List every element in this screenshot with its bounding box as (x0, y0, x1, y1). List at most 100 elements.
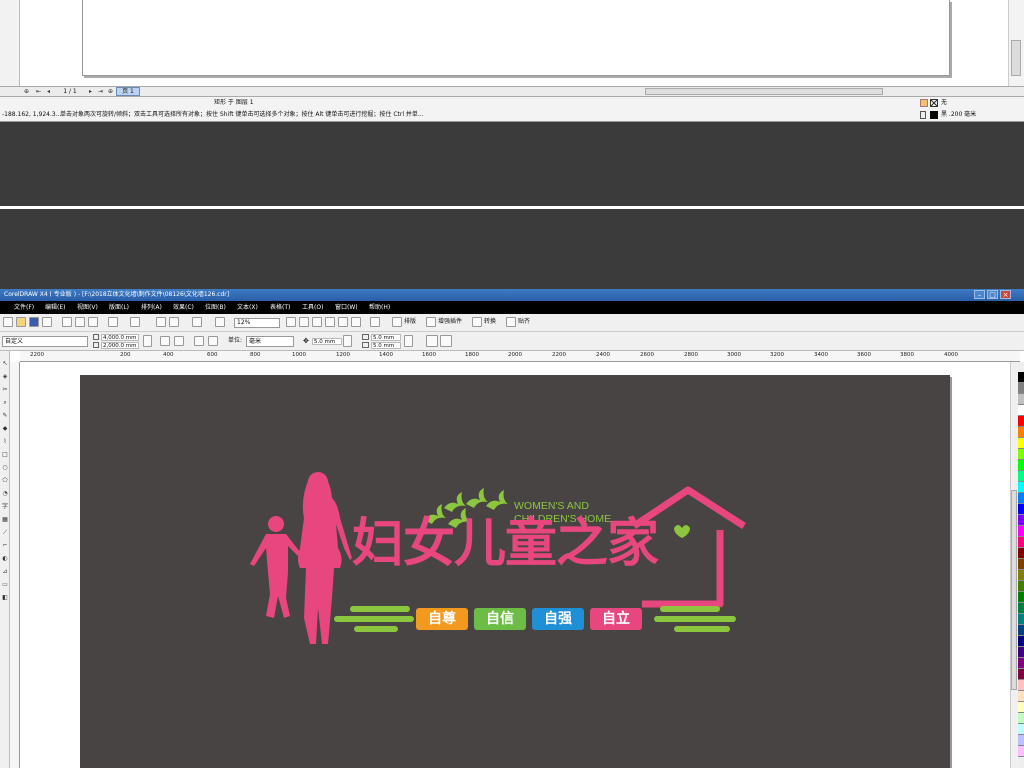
palette-swatch[interactable] (1018, 416, 1024, 427)
palette-swatch[interactable] (1018, 427, 1024, 438)
layout-icon[interactable] (392, 317, 402, 327)
palette-swatch[interactable] (1018, 614, 1024, 625)
palette-swatch[interactable] (1018, 625, 1024, 636)
fill-tool-icon[interactable]: ◧ (1, 594, 9, 602)
vertical-ruler[interactable] (10, 362, 20, 768)
palette-swatch[interactable] (1018, 405, 1024, 416)
add-page-icon[interactable]: ⊕ (22, 87, 31, 96)
palette-swatch[interactable] (1018, 669, 1024, 680)
palette-swatch[interactable] (1018, 592, 1024, 603)
palette-swatch[interactable] (1018, 581, 1024, 592)
new-document-icon[interactable] (3, 317, 13, 327)
palette-swatch[interactable] (1018, 735, 1024, 746)
palette-swatch[interactable] (1018, 449, 1024, 460)
app-launcher-icon[interactable] (192, 317, 202, 327)
add-page-end-icon[interactable]: ⊕ (106, 87, 115, 96)
palette-swatch[interactable] (1018, 394, 1024, 405)
palette-swatch[interactable] (1018, 482, 1024, 493)
portrait-icon[interactable] (160, 336, 170, 346)
convert-label[interactable]: 转换 (484, 317, 496, 327)
freehand-tool-icon[interactable]: ✎ (1, 412, 9, 420)
spinner[interactable] (343, 335, 352, 347)
snap-icon[interactable] (370, 317, 380, 327)
scrollbar-thumb[interactable] (1011, 40, 1021, 76)
palette-swatch[interactable] (1018, 526, 1024, 537)
text-tool-icon[interactable]: 字 (1, 503, 9, 511)
palette-swatch[interactable] (1018, 471, 1024, 482)
crop-tool-icon[interactable]: ✂ (1, 386, 9, 394)
motto-pill-self-respect[interactable]: 自尊 (416, 608, 468, 630)
zoom-all-icon[interactable] (325, 317, 335, 327)
palette-swatch[interactable] (1018, 746, 1024, 757)
page-tab[interactable]: 页 1 (116, 87, 140, 96)
palette-swatch[interactable] (1018, 460, 1024, 471)
horizontal-scrollbar[interactable] (645, 88, 883, 95)
artistic-media-icon[interactable]: ⌇ (1, 438, 9, 446)
menu-view[interactable]: 视图(V) (77, 301, 98, 314)
palette-swatch[interactable] (1018, 559, 1024, 570)
open-folder-icon[interactable] (16, 317, 26, 327)
zoom-out-icon[interactable] (299, 317, 309, 327)
unit-select[interactable]: 毫米 (246, 336, 294, 347)
zoom-selected-icon[interactable] (312, 317, 322, 327)
palette-swatch[interactable] (1018, 713, 1024, 724)
print-icon[interactable] (42, 317, 52, 327)
export-icon[interactable] (169, 317, 179, 327)
page-width-field[interactable]: 4,000.0 mm (101, 334, 139, 341)
prev-page-button[interactable]: ◂ (44, 87, 53, 96)
menu-edit[interactable]: 编辑(E) (45, 301, 65, 314)
align-icon[interactable] (506, 317, 516, 327)
blend-tool-icon[interactable]: ◐ (1, 555, 9, 563)
palette-swatch[interactable] (1018, 647, 1024, 658)
zoom-level-select[interactable]: 12% (234, 318, 280, 328)
zoom-width-icon[interactable] (351, 317, 361, 327)
menu-tools[interactable]: 工具(O) (302, 301, 323, 314)
palette-swatch[interactable] (1018, 438, 1024, 449)
palette-swatch[interactable] (1018, 570, 1024, 581)
all-pages-icon[interactable] (194, 336, 204, 346)
menu-text[interactable]: 文本(X) (237, 301, 258, 314)
palette-swatch[interactable] (1018, 493, 1024, 504)
polygon-tool-icon[interactable]: ⬠ (1, 477, 9, 485)
palette-swatch[interactable] (1018, 680, 1024, 691)
palette-swatch[interactable] (1018, 636, 1024, 647)
drawing-page[interactable] (82, 0, 950, 76)
palette-swatch[interactable] (1018, 515, 1024, 526)
motto-pill-self-reliance[interactable]: 自立 (590, 608, 642, 630)
landscape-icon[interactable] (174, 336, 184, 346)
palette-swatch[interactable] (1018, 691, 1024, 702)
menu-file[interactable]: 文件(F) (14, 301, 34, 314)
pick-tool-icon[interactable]: ↖ (1, 360, 9, 368)
redo-icon[interactable] (130, 317, 140, 327)
plugin-label[interactable]: 增强插件 (438, 317, 462, 327)
page-options-icon[interactable] (440, 335, 452, 347)
welcome-screen-icon[interactable] (215, 317, 225, 327)
outline-tool-icon[interactable]: ▭ (1, 581, 9, 589)
duplicate-y-field[interactable]: 5.0 mm (371, 342, 401, 349)
align-label[interactable]: 贴齐 (518, 317, 530, 327)
palette-swatch[interactable] (1018, 603, 1024, 614)
palette-swatch[interactable] (1018, 548, 1024, 559)
zoom-tool-icon[interactable]: ⌕ (1, 399, 9, 407)
table-tool-icon[interactable]: ▦ (1, 516, 9, 524)
zoom-page-icon[interactable] (338, 317, 348, 327)
next-page-button[interactable]: ▸ (86, 87, 95, 96)
spinner[interactable] (143, 335, 152, 347)
menu-bitmaps[interactable]: 位图(B) (205, 301, 226, 314)
palette-swatch[interactable] (1018, 504, 1024, 515)
ellipse-tool-icon[interactable]: ○ (1, 464, 9, 472)
layout-label[interactable]: 排版 (404, 317, 416, 327)
zoom-in-icon[interactable] (286, 317, 296, 327)
menu-table[interactable]: 表格(T) (270, 301, 290, 314)
paste-icon[interactable] (88, 317, 98, 327)
close-button[interactable]: × (1000, 290, 1011, 299)
motto-pill-self-strength[interactable]: 自强 (532, 608, 584, 630)
motto-pill-self-confidence[interactable]: 自信 (474, 608, 526, 630)
smart-fill-icon[interactable]: ◆ (1, 425, 9, 433)
menu-window[interactable]: 窗口(W) (335, 301, 358, 314)
first-page-button[interactable]: ⇤ (34, 87, 43, 96)
palette-swatch[interactable] (1018, 658, 1024, 669)
maximize-button[interactable]: □ (987, 290, 998, 299)
nudge-distance-field[interactable]: 5.0 mm (312, 338, 342, 345)
eyedropper-icon[interactable]: ⊿ (1, 568, 9, 576)
